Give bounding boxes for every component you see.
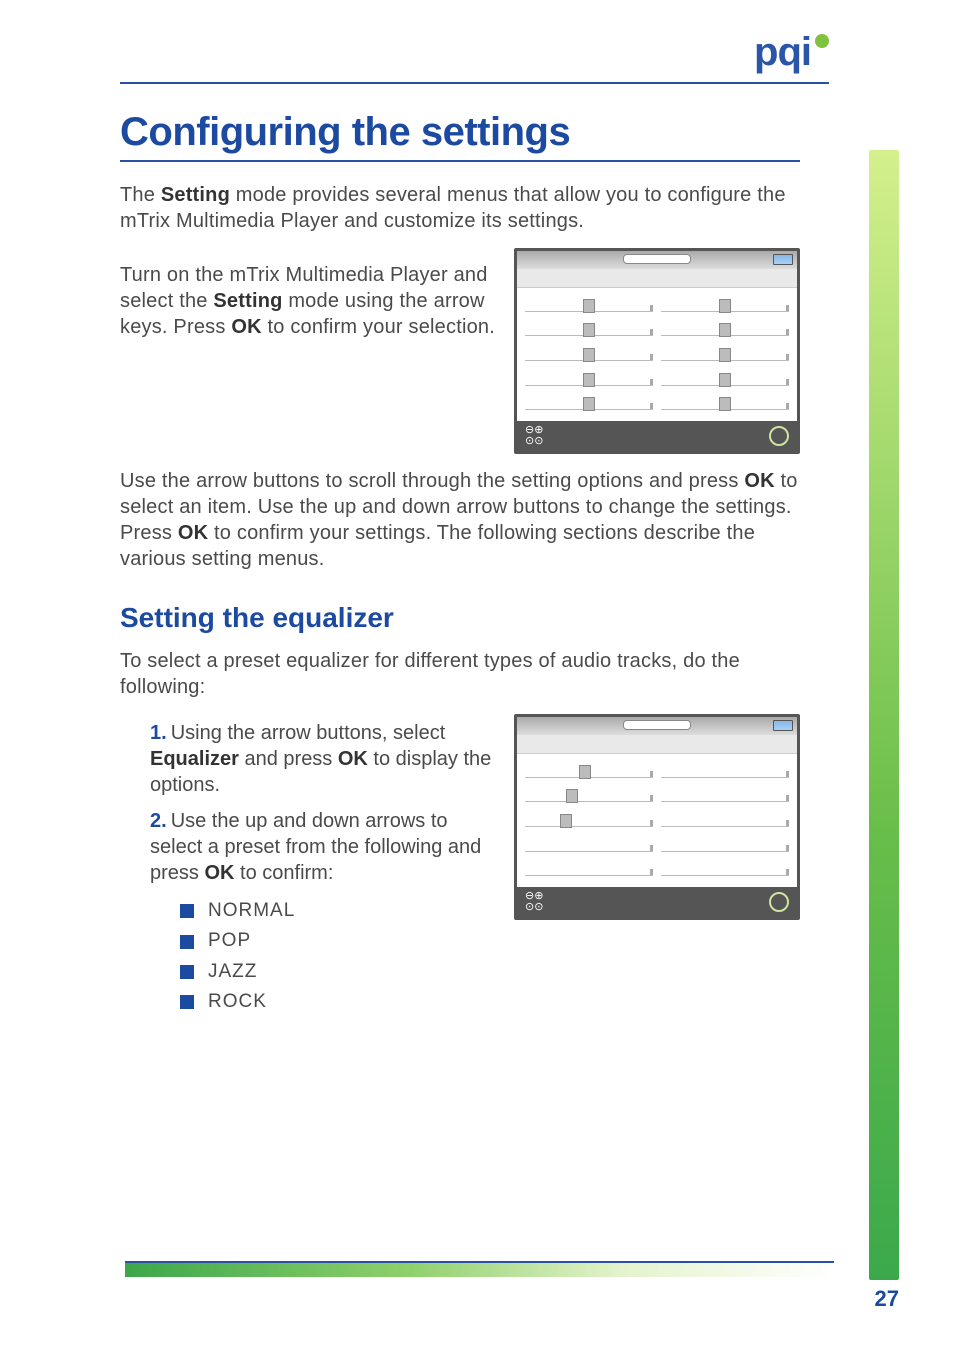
settings-screenshot: ⊖⊕⊙⊙ bbox=[514, 248, 800, 454]
s2-kw1: OK bbox=[204, 862, 234, 884]
preset-label: NORMAL bbox=[208, 896, 295, 926]
page-number: 27 bbox=[875, 1286, 899, 1312]
steps-row: 1.Using the arrow buttons, select Equali… bbox=[120, 714, 800, 1018]
top-rule bbox=[120, 82, 829, 84]
nav-arrows-icon: ⊖⊕⊙⊙ bbox=[525, 425, 543, 447]
s1-kw1: Equalizer bbox=[150, 748, 239, 770]
content-column: Configuring the settings The Setting mod… bbox=[120, 100, 800, 1018]
preset-label: JAZZ bbox=[208, 957, 257, 987]
intro-prefix: The bbox=[120, 184, 161, 206]
screenshot-subbar bbox=[517, 269, 797, 288]
s1-t1: Using the arrow buttons, select bbox=[171, 722, 446, 744]
bottom-accent-bar bbox=[125, 1261, 834, 1277]
step2-num: 2. bbox=[150, 810, 167, 832]
screenshot-sliders bbox=[517, 288, 797, 421]
p2-t3: to confirm your selection. bbox=[262, 316, 495, 338]
screenshot-sliders bbox=[517, 754, 797, 887]
brand-dot-icon bbox=[815, 34, 829, 48]
preset-normal: NORMAL bbox=[180, 896, 496, 926]
step-1: 1.Using the arrow buttons, select Equali… bbox=[150, 720, 496, 798]
brand-logo: pqi bbox=[754, 30, 829, 75]
p3-t1: Use the arrow buttons to scroll through … bbox=[120, 470, 744, 492]
equalizer-screenshot: ⊖⊕⊙⊙ bbox=[514, 714, 800, 920]
p3-t3: to confirm your settings. The following … bbox=[120, 522, 755, 570]
preset-jazz: JAZZ bbox=[180, 957, 496, 987]
intro-paragraph: The Setting mode provides several menus … bbox=[120, 182, 800, 234]
screenshot-titlebar bbox=[517, 717, 797, 735]
para2-text: Turn on the mTrix Multimedia Player and … bbox=[120, 248, 496, 354]
p3-kw2: OK bbox=[178, 522, 208, 544]
s2-t2: to confirm: bbox=[234, 862, 333, 884]
intro-keyword: Setting bbox=[161, 184, 230, 206]
brand-logo-text: pqi bbox=[754, 30, 811, 74]
screenshot-titlebar bbox=[517, 251, 797, 269]
preset-label: ROCK bbox=[208, 987, 267, 1017]
bullet-icon bbox=[180, 904, 194, 918]
steps-list: 1.Using the arrow buttons, select Equali… bbox=[150, 720, 496, 886]
p2-kw1: Setting bbox=[213, 290, 282, 312]
battery-icon bbox=[773, 720, 793, 731]
screenshot-footer: ⊖⊕⊙⊙ bbox=[517, 887, 797, 917]
sub-intro: To select a preset equalizer for differe… bbox=[120, 648, 800, 700]
para2-row: Turn on the mTrix Multimedia Player and … bbox=[120, 248, 800, 454]
preset-label: POP bbox=[208, 926, 251, 956]
subheading: Setting the equalizer bbox=[120, 602, 800, 634]
p2-kw2: OK bbox=[231, 316, 261, 338]
nav-arrows-icon: ⊖⊕⊙⊙ bbox=[525, 891, 543, 913]
bullet-icon bbox=[180, 995, 194, 1009]
battery-icon bbox=[773, 254, 793, 265]
para3: Use the arrow buttons to scroll through … bbox=[120, 468, 800, 572]
step-2: 2.Use the up and down arrows to select a… bbox=[150, 808, 496, 886]
preset-pop: POP bbox=[180, 926, 496, 956]
preset-list: NORMAL POP JAZZ ROCK bbox=[180, 896, 496, 1018]
step1-num: 1. bbox=[150, 722, 167, 744]
page: pqi Configuring the settings The Setting… bbox=[0, 0, 954, 1352]
title-rule bbox=[120, 160, 800, 162]
preset-rock: ROCK bbox=[180, 987, 496, 1017]
ok-ring-icon bbox=[769, 426, 789, 446]
screenshot-footer: ⊖⊕⊙⊙ bbox=[517, 421, 797, 451]
s1-kw2: OK bbox=[338, 748, 368, 770]
page-title: Configuring the settings bbox=[120, 110, 800, 155]
bullet-icon bbox=[180, 965, 194, 979]
ok-ring-icon bbox=[769, 892, 789, 912]
p3-kw1: OK bbox=[744, 470, 774, 492]
bullet-icon bbox=[180, 935, 194, 949]
screenshot-subbar bbox=[517, 735, 797, 754]
steps-text: 1.Using the arrow buttons, select Equali… bbox=[120, 714, 496, 1018]
para2: Turn on the mTrix Multimedia Player and … bbox=[120, 262, 496, 340]
right-accent-bar bbox=[869, 150, 899, 1280]
s1-t2: and press bbox=[239, 748, 338, 770]
